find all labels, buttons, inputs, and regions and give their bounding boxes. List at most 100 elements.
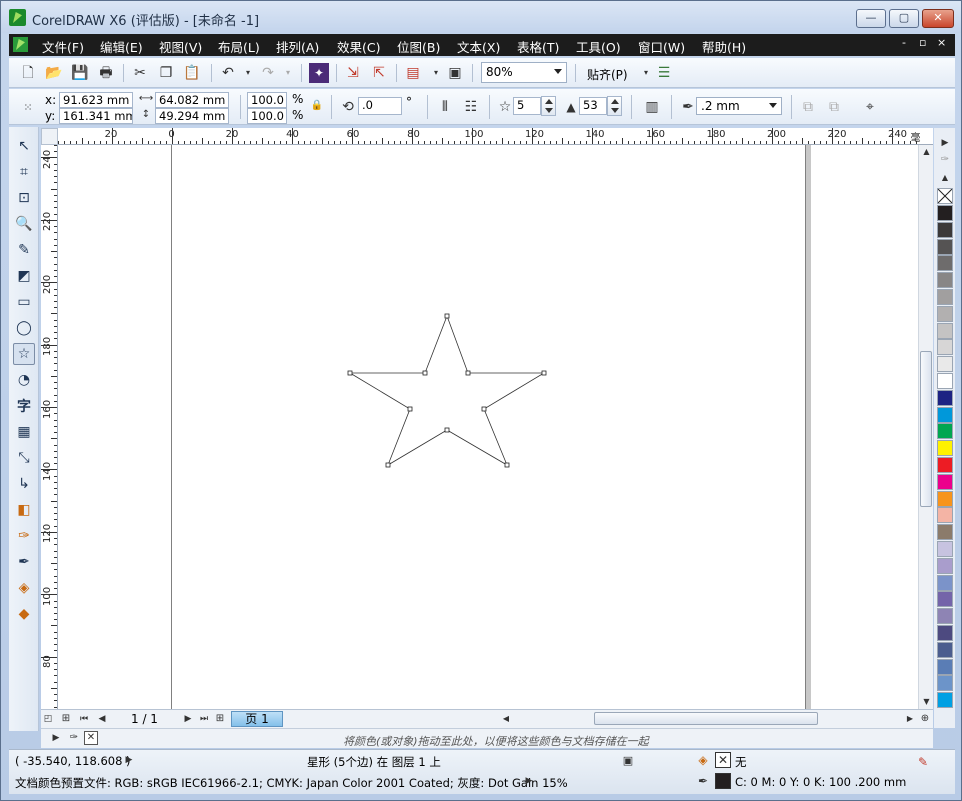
- app-launcher-icon[interactable]: ▣: [446, 64, 464, 82]
- star-node-handle[interactable]: [504, 462, 510, 468]
- object-origin-icon[interactable]: ⁙: [19, 98, 37, 116]
- color-swatch[interactable]: [937, 641, 953, 658]
- open-icon[interactable]: 📂: [45, 64, 63, 82]
- edit-fill-icon[interactable]: ✎: [915, 754, 931, 770]
- pick-tool-icon[interactable]: ↖: [13, 135, 35, 157]
- document-palette-options-icon[interactable]: ▶: [49, 731, 63, 745]
- page-corner-icon[interactable]: ◰: [41, 711, 55, 727]
- shape-tool-icon[interactable]: ⌗: [13, 161, 35, 183]
- star-node-handle[interactable]: [541, 370, 547, 376]
- color-proof-icon[interactable]: ▣: [620, 752, 636, 768]
- palette-eyedropper-icon[interactable]: ✑: [937, 153, 953, 167]
- fill-none-swatch[interactable]: ✕: [715, 752, 731, 768]
- crop-tool-icon[interactable]: ⊡: [13, 187, 35, 209]
- interactive-blend-icon[interactable]: ◧: [13, 499, 35, 521]
- scale-x-field[interactable]: 100.0: [247, 92, 287, 108]
- color-swatch[interactable]: [937, 675, 953, 692]
- color-swatch[interactable]: [937, 339, 953, 356]
- next-page-icon[interactable]: ▶: [181, 711, 195, 727]
- polygon-star-tool-icon[interactable]: ☆: [13, 343, 35, 365]
- mirror-vertical-icon[interactable]: ☷: [462, 98, 480, 116]
- close-button[interactable]: ✕: [922, 9, 954, 28]
- color-swatch[interactable]: [937, 373, 953, 389]
- star-node-handle[interactable]: [347, 370, 353, 376]
- convert-to-curves-icon[interactable]: ⌖: [861, 98, 879, 116]
- color-swatch[interactable]: [937, 524, 953, 541]
- scroll-right-icon[interactable]: ▶: [903, 711, 917, 727]
- search-content-icon[interactable]: ✦: [309, 63, 329, 83]
- options-icon[interactable]: ☰: [655, 64, 673, 82]
- outline-color-swatch[interactable]: [715, 773, 731, 789]
- save-icon[interactable]: 💾: [71, 64, 89, 82]
- snap-dropdown-icon[interactable]: ▾: [637, 64, 655, 82]
- menu-bitmaps[interactable]: 位图(B): [397, 37, 440, 56]
- scale-y-field[interactable]: 100.0: [247, 108, 287, 124]
- color-swatch[interactable]: [937, 608, 953, 625]
- mirror-horizontal-icon[interactable]: ⫴: [436, 98, 454, 116]
- minimize-button[interactable]: —: [856, 9, 886, 28]
- menu-effects[interactable]: 效果(C): [337, 37, 380, 56]
- no-color-swatch[interactable]: [937, 188, 953, 204]
- color-swatch[interactable]: [937, 406, 953, 423]
- new-document-icon[interactable]: 🗋: [19, 64, 37, 82]
- star-node-handle[interactable]: [385, 462, 391, 468]
- star-shape[interactable]: [348, 314, 546, 466]
- doc-restore-button[interactable]: ▫: [919, 36, 926, 49]
- palette-options-icon[interactable]: ▶: [937, 136, 953, 150]
- color-swatch[interactable]: [937, 490, 953, 507]
- color-swatch[interactable]: [937, 440, 953, 457]
- color-swatch[interactable]: [937, 625, 953, 641]
- color-profile-expand-icon[interactable]: ▶: [523, 774, 535, 788]
- document-no-color-icon[interactable]: ✕: [84, 731, 98, 745]
- menu-window[interactable]: 窗口(W): [638, 37, 685, 56]
- first-page-icon[interactable]: ⏮: [77, 711, 91, 727]
- menu-text[interactable]: 文本(X): [457, 37, 500, 56]
- menu-view[interactable]: 视图(V): [159, 37, 202, 56]
- outline-width-select[interactable]: .2 mm: [696, 97, 782, 115]
- navigator-icon[interactable]: ⊕: [918, 711, 932, 727]
- star-node-handle[interactable]: [444, 313, 450, 319]
- copy-icon[interactable]: ❐: [157, 64, 175, 82]
- smart-fill-icon[interactable]: ◩: [13, 265, 35, 287]
- menu-edit[interactable]: 编辑(E): [100, 37, 143, 56]
- outline-tool-icon[interactable]: ✒: [13, 551, 35, 573]
- scroll-down-icon[interactable]: ▼: [920, 695, 933, 709]
- sharpness-field[interactable]: 53: [579, 97, 607, 115]
- undo-dropdown-icon[interactable]: ▾: [239, 64, 257, 82]
- wrap-text-icon[interactable]: ▥: [643, 98, 661, 116]
- color-swatch[interactable]: [937, 541, 953, 557]
- height-field[interactable]: 49.294 mm: [155, 108, 229, 124]
- snap-to-button[interactable]: 贴齐(P): [587, 66, 628, 83]
- vertical-scrollbar[interactable]: ▲ ▼: [918, 145, 933, 709]
- sharpness-stepper[interactable]: [607, 96, 622, 116]
- zoom-tool-icon[interactable]: 🔍: [13, 213, 35, 235]
- color-swatch[interactable]: [937, 423, 953, 440]
- color-swatch[interactable]: [937, 238, 953, 255]
- color-swatch[interactable]: [937, 389, 953, 406]
- menu-file[interactable]: 文件(F): [42, 37, 84, 56]
- horizontal-ruler[interactable]: 20020406080100120140160180200220240毫米: [58, 128, 933, 145]
- scroll-up-icon[interactable]: ▲: [920, 145, 933, 159]
- to-front-icon[interactable]: ⧉: [799, 98, 817, 116]
- color-swatch[interactable]: [937, 574, 953, 591]
- menu-layout[interactable]: 布局(L): [218, 37, 260, 56]
- dimension-tool-icon[interactable]: ⤡: [13, 447, 35, 469]
- palette-scroll-up-icon[interactable]: ▲: [937, 171, 953, 185]
- menu-arrange[interactable]: 排列(A): [276, 37, 319, 56]
- redo-dropdown-icon[interactable]: ▾: [279, 64, 297, 82]
- zoom-level-select[interactable]: 80%: [481, 62, 567, 83]
- doc-minimize-button[interactable]: -: [902, 36, 906, 49]
- document-eyedropper-icon[interactable]: ✑: [67, 731, 81, 745]
- vertical-scroll-thumb[interactable]: [920, 351, 932, 507]
- color-swatch[interactable]: [937, 221, 953, 238]
- basic-shapes-icon[interactable]: ◔: [13, 369, 35, 391]
- drawing-canvas[interactable]: [58, 145, 918, 709]
- add-page-before-icon[interactable]: ⊞: [59, 711, 73, 727]
- status-expand-icon[interactable]: ▶: [123, 753, 135, 767]
- star-points-stepper[interactable]: [541, 96, 556, 116]
- color-swatch[interactable]: [937, 322, 953, 339]
- star-drawing[interactable]: [58, 145, 918, 709]
- color-swatch[interactable]: [937, 255, 953, 272]
- export-icon[interactable]: ⇱: [370, 64, 388, 82]
- table-tool-icon[interactable]: ▦: [13, 421, 35, 443]
